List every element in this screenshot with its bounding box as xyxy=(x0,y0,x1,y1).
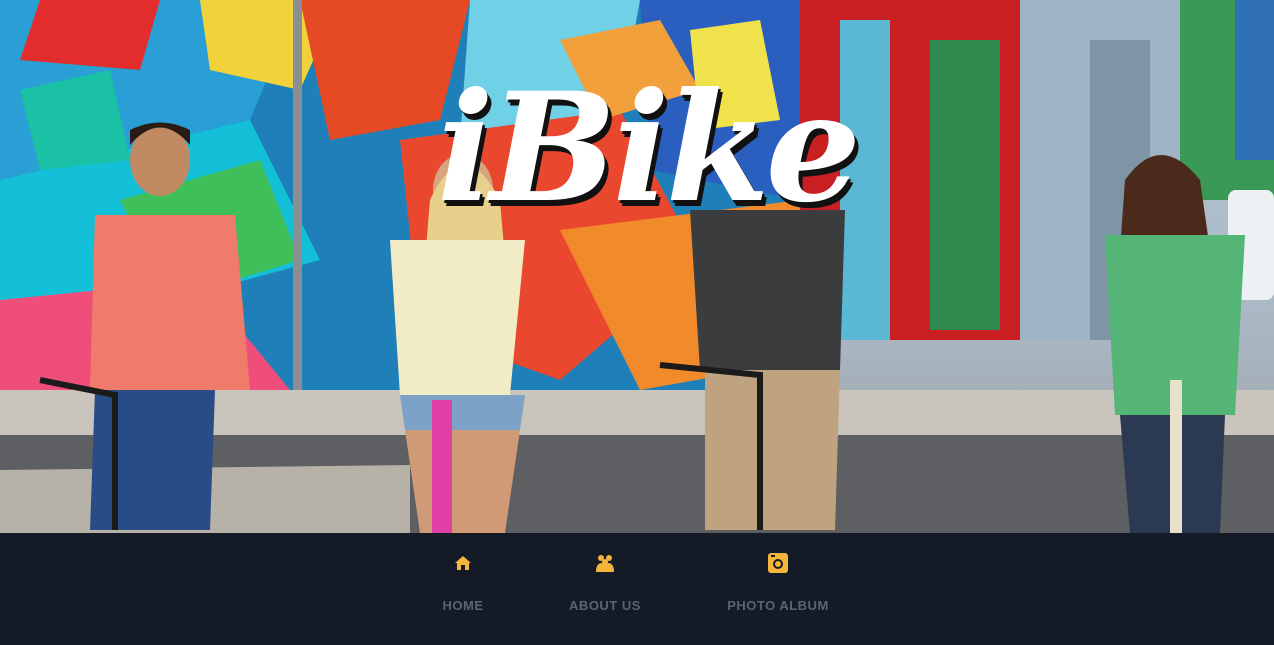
group-icon xyxy=(596,555,614,572)
nav-item-home[interactable]: HOME xyxy=(432,533,494,645)
bottom-navigation: HOME ABOUT US PHOTO ALBUM xyxy=(0,533,1274,645)
nav-label-about-us: ABOUT US xyxy=(569,598,641,613)
nav-item-about-us[interactable]: ABOUT US xyxy=(555,533,655,645)
nav-label-photo-album: PHOTO ALBUM xyxy=(727,598,829,613)
ibike-logo: iBike xyxy=(436,60,861,236)
home-icon xyxy=(455,556,471,570)
nav-label-home: HOME xyxy=(442,598,484,613)
nav-item-photo-album[interactable]: PHOTO ALBUM xyxy=(713,533,843,645)
hero-banner: iBike xyxy=(0,0,1274,533)
camera-icon xyxy=(768,553,788,573)
